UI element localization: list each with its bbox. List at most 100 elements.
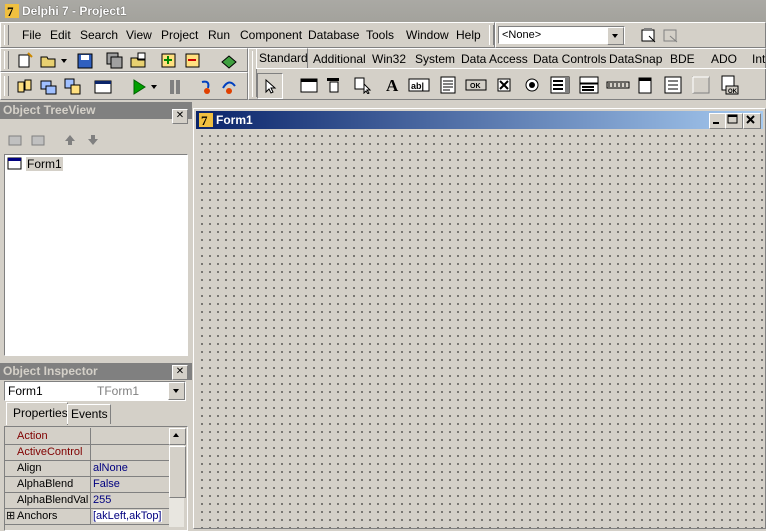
toolbar-grip-2[interactable] (4, 76, 9, 96)
tab-additional[interactable]: Additional (313, 52, 366, 66)
svg-text:ab|: ab| (411, 81, 424, 91)
add-file-button[interactable] (158, 50, 180, 72)
component-tframes[interactable] (297, 73, 321, 97)
help-contents-button[interactable] (218, 50, 240, 72)
menu-help[interactable]: Help (456, 28, 481, 42)
close-button[interactable] (743, 113, 761, 129)
maximize-button[interactable] (725, 113, 743, 129)
tab-data-controls[interactable]: Data Controls (533, 52, 606, 66)
component-tcombobox[interactable] (577, 73, 601, 97)
component-tedit[interactable]: ab| (407, 73, 431, 97)
view-form-button[interactable] (38, 76, 60, 98)
menu-window[interactable]: Window (406, 28, 449, 42)
tab-standard-label[interactable]: Standard (259, 51, 308, 65)
menu-search[interactable]: Search (80, 28, 118, 42)
property-row[interactable]: Align alNone (5, 460, 169, 477)
step-over-button[interactable] (218, 76, 240, 98)
run-button[interactable] (128, 76, 150, 98)
treeview-list[interactable]: Form1 (4, 154, 188, 356)
component-tactionlist[interactable]: OK (717, 73, 741, 97)
new-button[interactable] (14, 50, 36, 72)
property-value[interactable]: alNone (93, 462, 128, 474)
property-row[interactable]: ⊞ Anchors [akLeft,akTop] (5, 508, 169, 525)
menu-tools[interactable]: Tools (366, 28, 394, 42)
tab-ado[interactable]: ADO (711, 52, 737, 66)
tree-item[interactable]: Form1 (7, 157, 63, 171)
property-row[interactable]: AlphaBlend False (5, 476, 169, 493)
scroll-up-button[interactable] (169, 428, 186, 445)
property-row[interactable]: ActiveControl (5, 444, 169, 461)
pointer-tool[interactable] (257, 73, 283, 99)
tab-win32[interactable]: Win32 (372, 52, 406, 66)
desktop-combo[interactable]: <None> (498, 26, 625, 45)
move-up-button[interactable] (60, 129, 80, 151)
component-tmainmenu[interactable] (323, 73, 347, 97)
view-unit-button[interactable] (14, 76, 36, 98)
component-tcheckbox[interactable] (492, 73, 516, 97)
scroll-thumb[interactable] (169, 446, 186, 498)
menu-run[interactable]: Run (208, 28, 230, 42)
component-tpanel[interactable] (689, 73, 713, 97)
menu-project[interactable]: Project (161, 28, 198, 42)
tab-properties[interactable]: Properties (6, 402, 68, 425)
treeview-close-button[interactable]: ✕ (172, 109, 188, 124)
delete-item-icon (8, 135, 22, 146)
menu-grip[interactable] (4, 25, 9, 45)
object-selector-dropdown[interactable] (168, 382, 185, 400)
open-button[interactable] (38, 50, 60, 72)
tab-int[interactable]: Int (752, 52, 765, 66)
component-tmemo[interactable] (436, 73, 460, 97)
treeview-add-button[interactable] (28, 129, 48, 151)
tab-bde[interactable]: BDE (670, 52, 695, 66)
component-tradiogroup[interactable] (661, 73, 685, 97)
menu-edit[interactable]: Edit (50, 28, 71, 42)
tab-system[interactable]: System (415, 52, 455, 66)
property-row[interactable]: Action (5, 428, 169, 445)
new-form-button[interactable] (92, 76, 114, 98)
property-value[interactable]: False (93, 478, 120, 490)
component-tgroupbox[interactable] (633, 73, 657, 97)
toggle-form-unit-button[interactable] (62, 76, 84, 98)
component-tbutton[interactable]: OK (464, 73, 488, 97)
component-tradiobutton[interactable] (520, 73, 544, 97)
combo-dropdown-button[interactable] (607, 27, 624, 45)
property-value[interactable]: [akLeft,akTop] (93, 510, 162, 522)
component-tlabel[interactable]: A (380, 73, 404, 97)
inspector-close-button[interactable]: ✕ (172, 365, 188, 380)
menu-database[interactable]: Database (308, 28, 359, 42)
toolbar-grip[interactable] (4, 51, 9, 69)
open-dropdown-button[interactable] (58, 50, 70, 72)
tab-datasnap[interactable]: DataSnap (609, 52, 662, 66)
pause-icon (170, 80, 180, 94)
property-scrollbar[interactable] (169, 428, 186, 527)
inspector-object-selector[interactable]: Form1 TForm1 (4, 381, 186, 401)
tab-events[interactable]: Events (67, 404, 111, 424)
run-dropdown-button[interactable] (148, 76, 160, 98)
save-all-button[interactable] (104, 50, 126, 72)
menu-file[interactable]: File (22, 28, 41, 42)
tab-data-access[interactable]: Data Access (461, 52, 528, 66)
remove-file-button[interactable] (182, 50, 204, 72)
component-tlistbox[interactable] (548, 73, 572, 97)
save-desktop-button[interactable] (638, 25, 660, 47)
pause-button[interactable] (164, 76, 186, 98)
trace-into-button[interactable] (196, 76, 218, 98)
menu-view[interactable]: View (126, 28, 152, 42)
expand-icon[interactable]: ⊞ (6, 509, 15, 522)
form1-design-surface[interactable] (196, 130, 763, 528)
open-project-button[interactable] (128, 50, 150, 72)
treeview-delete-button[interactable] (5, 129, 25, 151)
save-button[interactable] (74, 50, 96, 72)
component-tscrollbar[interactable] (605, 73, 631, 97)
desktop-grip[interactable] (489, 25, 494, 45)
add-item-icon (31, 135, 45, 146)
form1-title-bar[interactable]: 7 Form1 (196, 111, 763, 129)
open-project-icon (130, 52, 146, 68)
form1-window[interactable]: 7 Form1 (193, 108, 766, 529)
component-tpopupmenu[interactable] (351, 73, 375, 97)
property-value[interactable]: 255 (93, 494, 111, 506)
move-down-button[interactable] (83, 129, 103, 151)
menu-component[interactable]: Component (240, 28, 302, 42)
property-row[interactable]: AlphaBlendValu 255 (5, 492, 169, 509)
set-debug-desktop-button[interactable] (660, 25, 682, 47)
